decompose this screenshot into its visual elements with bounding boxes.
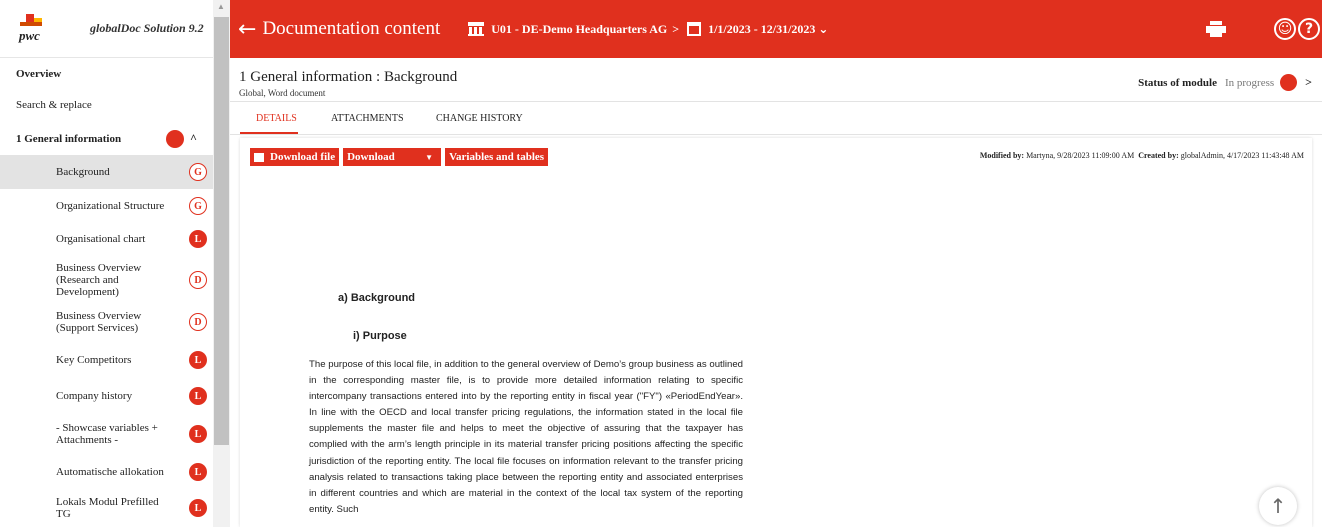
sidebar-item-lokals-modul[interactable]: Lokals Modul Prefilled TG L: [0, 491, 213, 525]
badge-local-icon: L: [189, 499, 207, 517]
brand: pwc globalDoc Solution 9.2: [0, 0, 213, 58]
calendar-icon: [687, 22, 702, 36]
status-value: In progress: [1224, 76, 1275, 89]
caret-down-icon: ▼: [425, 152, 434, 162]
sidebar-item-label: Organizational Structure: [56, 200, 165, 212]
sidebar-item-automatische-allokation[interactable]: Automatische allokation L: [0, 455, 213, 489]
doc-heading: a) Background: [338, 292, 416, 304]
header-actions: ☺ ?: [1206, 0, 1322, 58]
download-file-button[interactable]: Download file: [250, 148, 340, 166]
doc-paragraph: The purpose of this local file, in addit…: [309, 359, 743, 515]
sidebar-item-company-history[interactable]: Company history L: [0, 379, 213, 413]
sidebar-item-label: Business Overview (Research and Developm…: [56, 262, 142, 298]
badge-global-icon: G: [189, 197, 207, 215]
download-format-select[interactable]: Download ▼: [343, 148, 442, 166]
sidebar-item-label: Search & replace: [16, 99, 92, 111]
badge-global-icon: G: [189, 163, 207, 181]
badge-local-icon: L: [189, 230, 207, 248]
sidebar-item-business-overview-rd[interactable]: Business Overview (Research and Developm…: [0, 262, 213, 298]
badge-local-icon: L: [189, 463, 207, 481]
sidebar: pwc globalDoc Solution 9.2 Overview Sear…: [0, 0, 213, 527]
badge-local-icon: L: [189, 425, 207, 443]
arrow-up-icon: ↑: [1269, 494, 1287, 518]
chevron-up-icon[interactable]: ^: [190, 131, 197, 146]
scrollbar-thumb[interactable]: [214, 17, 229, 445]
module-title: 1 General information : Background: [239, 69, 458, 85]
variables-tables-button[interactable]: Variables and tables: [445, 148, 549, 166]
sidebar-item-label: Key Competitors: [56, 354, 132, 366]
badge-local-icon: L: [189, 387, 207, 405]
sidebar-item-organisational-chart[interactable]: Organisational chart L: [0, 222, 213, 256]
sidebar-item-label: - Showcase variables + Attachments -: [56, 422, 158, 446]
sidebar-item-label: Automatische allokation: [56, 466, 164, 478]
sidebar-item-label: Overview: [16, 68, 62, 80]
help-icon[interactable]: ?: [1298, 18, 1320, 40]
status-dot-icon: [166, 130, 184, 148]
sidebar-item-business-overview-support[interactable]: Business Overview (Support Services) D: [0, 305, 213, 339]
active-tab-indicator: [240, 132, 298, 134]
printer-icon[interactable]: [1206, 21, 1226, 37]
tab-details[interactable]: DETAILS: [256, 113, 297, 124]
sidebar-item-background[interactable]: Background G: [0, 155, 213, 189]
document-toolbar: Download file Download ▼ Variables and t…: [250, 148, 552, 166]
tab-change-history[interactable]: CHANGE HISTORY: [436, 113, 523, 124]
back-button[interactable]: ← Documentation content: [238, 17, 440, 42]
status-dot-icon: [1280, 74, 1298, 91]
tab-attachments[interactable]: ATTACHMENTS: [331, 113, 404, 124]
sidebar-item-label: Lokals Modul Prefilled TG: [56, 496, 159, 520]
chevron-right-icon: >: [672, 21, 680, 36]
sidebar-item-key-competitors[interactable]: Key Competitors L: [0, 343, 213, 377]
arrow-left-icon: ←: [238, 16, 257, 42]
status-label: Status of module: [1138, 76, 1217, 89]
scroll-up-icon[interactable]: ▲: [217, 2, 225, 11]
module-header: 1 General information : Background Globa…: [230, 58, 1322, 102]
sidebar-item-label: Background: [56, 166, 110, 178]
tabs: DETAILS ATTACHMENTS CHANGE HISTORY: [230, 103, 1322, 135]
sidebar-item-label: Organisational chart: [56, 233, 146, 245]
sidebar-item-label: 1 General information: [16, 133, 122, 145]
sidebar-item-search-replace[interactable]: Search & replace: [0, 97, 213, 113]
sidebar-item-organizational-structure[interactable]: Organizational Structure G: [0, 189, 213, 223]
badge-local-icon: L: [189, 351, 207, 369]
sidebar-item-overview[interactable]: Overview: [0, 66, 213, 82]
doc-subheading: i) Purpose: [353, 330, 407, 342]
download-icon: [254, 152, 264, 162]
entity-period-selector[interactable]: U01 - DE-Demo Headquarters AG > 1/1/2023…: [468, 22, 828, 37]
sidebar-item-showcase-variables[interactable]: - Showcase variables + Attachments - L: [0, 417, 213, 451]
user-icon[interactable]: ☺: [1274, 18, 1296, 40]
badge-d-icon: D: [189, 313, 207, 331]
sidebar-section-general-information[interactable]: 1 General information ^: [0, 130, 213, 148]
scroll-to-top-button[interactable]: ↑: [1259, 487, 1297, 525]
bank-icon: [468, 22, 485, 36]
chevron-right-icon[interactable]: >: [1305, 75, 1312, 90]
page-title: Documentation content: [262, 18, 441, 39]
entity-name: U01 - DE-Demo Headquarters AG: [491, 21, 668, 36]
period-range: 1/1/2023 - 12/31/2023: [708, 21, 816, 36]
chevron-down-icon: ⌄: [818, 22, 829, 36]
sidebar-item-label: Company history: [56, 390, 133, 402]
modification-info: Modified by: Martyna, 9/28/2023 11:09:00…: [979, 151, 1304, 160]
document-panel: Download file Download ▼ Variables and t…: [240, 138, 1312, 527]
top-bar: ← Documentation content U01 - DE-Demo He…: [230, 0, 1322, 58]
module-subtitle: Global, Word document: [239, 88, 326, 98]
sidebar-scrollbar[interactable]: ▲: [213, 0, 230, 527]
app-name: globalDoc Solution 9.2: [90, 21, 204, 35]
module-status[interactable]: Status of module In progress >: [1138, 74, 1312, 91]
pwc-logo[interactable]: pwc: [14, 12, 48, 46]
sidebar-item-label: Business Overview (Support Services): [56, 310, 142, 334]
badge-d-icon: D: [189, 271, 207, 289]
